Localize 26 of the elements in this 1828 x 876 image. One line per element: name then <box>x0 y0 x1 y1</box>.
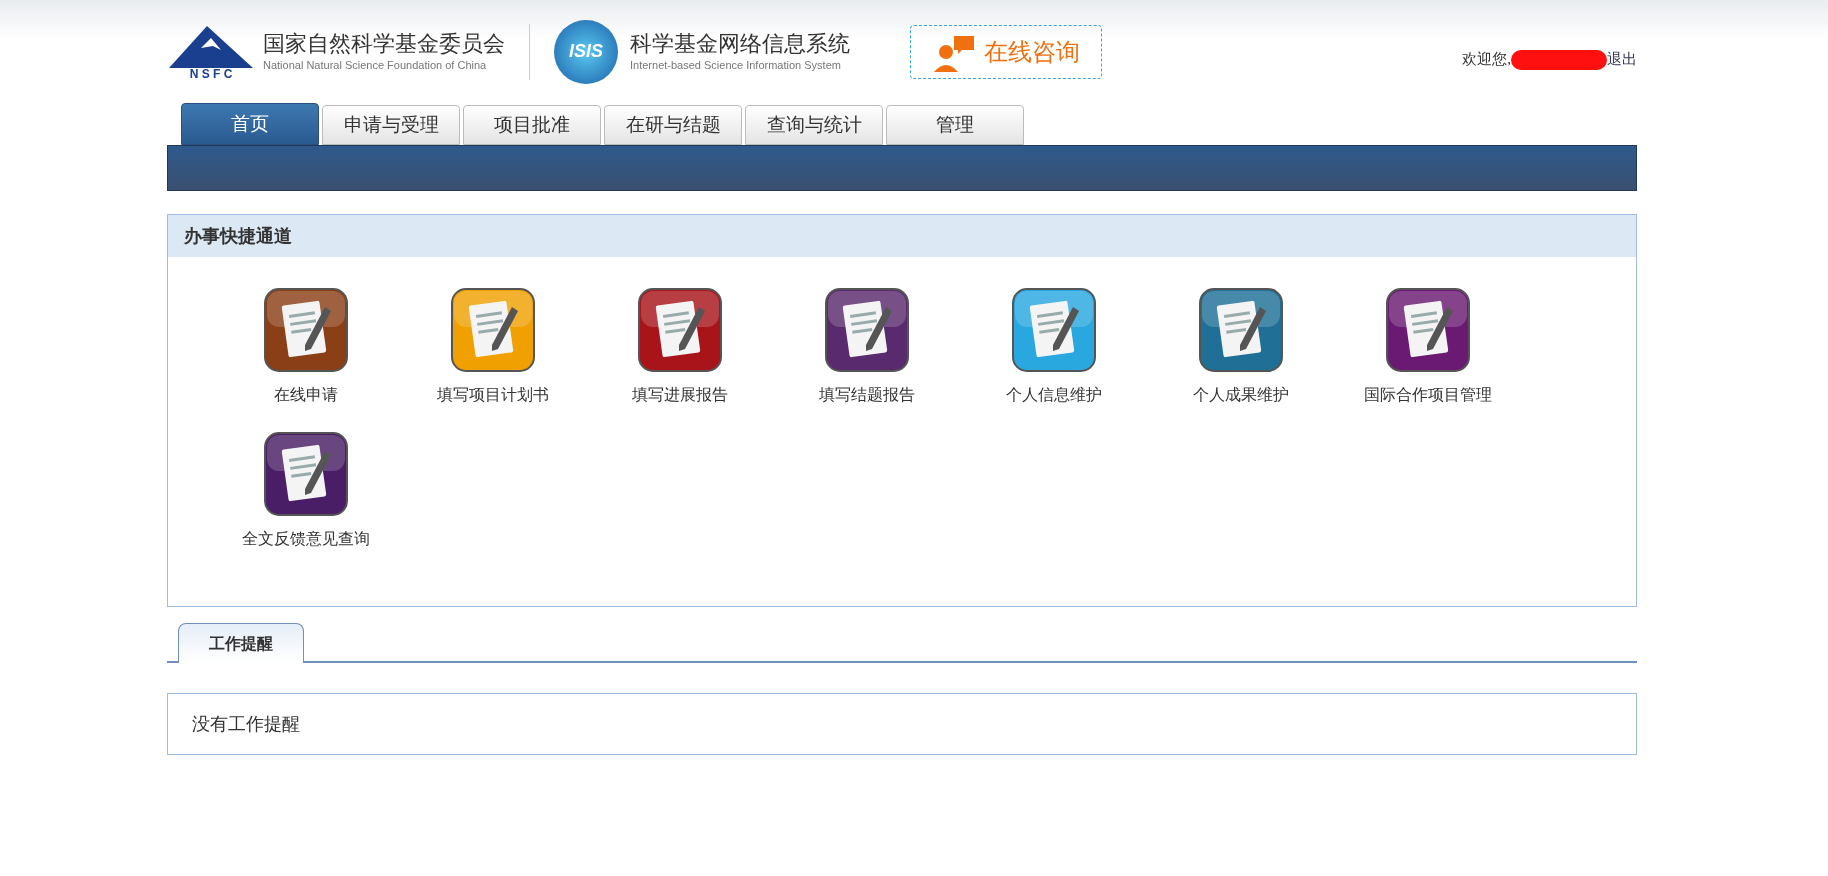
shortcut-item[interactable]: 个人信息维护 <box>960 287 1147 407</box>
nav-tab[interactable]: 申请与受理 <box>322 105 460 145</box>
system-logo: ISIS <box>554 19 618 84</box>
nav-tab[interactable]: 项目批准 <box>463 105 601 145</box>
shortcut-item[interactable]: 填写结题报告 <box>773 287 960 407</box>
nav-tab[interactable]: 查询与统计 <box>745 105 883 145</box>
org-name-english: National Natural Science Foundation of China <box>263 58 488 73</box>
shortcut-item[interactable]: 在线申请 <box>212 287 399 407</box>
shortcut-item[interactable]: 全文反馈意见查询 <box>212 431 399 551</box>
nav-tab[interactable]: 首页 <box>181 103 319 145</box>
shortcut-item[interactable]: 填写项目计划书 <box>399 287 586 407</box>
welcome-text: 欢迎您, <box>1462 50 1511 70</box>
shortcut-item[interactable]: 国际合作项目管理 <box>1334 287 1521 407</box>
org-abbreviation: N S F C <box>189 67 233 80</box>
system-name: 科学基金网络信息系统 <box>630 29 850 57</box>
org-name: 国家自然科学基金委员会 <box>263 29 505 57</box>
logo-icon <box>167 23 255 68</box>
system-name-english: Internet-based Science Information System <box>630 58 842 73</box>
shortcut-item[interactable]: 个人成果维护 <box>1147 287 1334 407</box>
nav-tab[interactable]: 在研与结题 <box>604 105 742 145</box>
panel-title: 办事快捷通道 <box>184 224 292 248</box>
shortcut-item[interactable]: 填写进展报告 <box>586 287 773 407</box>
nav-tab[interactable]: 管理 <box>886 105 1024 145</box>
logout-link[interactable]: 退出 <box>1607 48 1637 71</box>
reminder-message: 没有工作提醒 <box>192 712 300 736</box>
reminder-tab[interactable]: 工作提醒 <box>178 623 304 663</box>
